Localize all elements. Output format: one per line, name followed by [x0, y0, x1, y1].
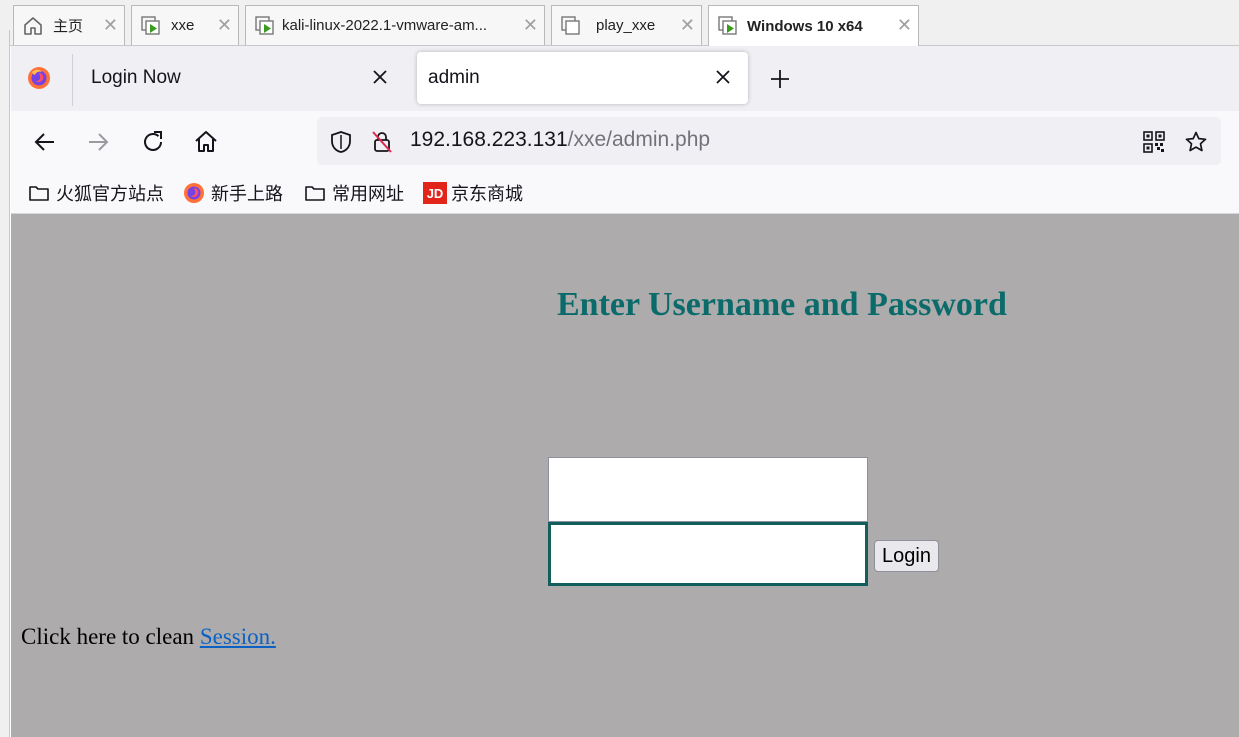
close-icon[interactable]: ✕ — [217, 15, 232, 35]
bookmark-jd-mall[interactable]: JD 京东商城 — [423, 180, 523, 206]
bookmark-star-icon[interactable] — [1184, 130, 1208, 154]
vm-tab-label: Windows 10 x64 — [747, 17, 863, 35]
page-heading: Enter Username and Password — [557, 286, 1007, 323]
vmware-tab-strip: 主页 ✕ xxe ✕ kali-linux-2022.1-vmware-am..… — [0, 0, 1239, 46]
close-icon[interactable]: ✕ — [897, 15, 912, 35]
vm-tab-windows10[interactable]: Windows 10 x64 ✕ — [708, 5, 919, 46]
vm-tab-kali[interactable]: kali-linux-2022.1-vmware-am... ✕ — [245, 5, 545, 45]
vm-tab-label: play_xxe — [596, 17, 656, 34]
tab-login-now[interactable]: Login Now — [75, 52, 405, 104]
navigation-bar: 192.168.223.131/xxe/admin.php — [11, 111, 1239, 171]
forward-arrow-icon[interactable] — [85, 129, 111, 155]
tab-label: admin — [428, 67, 480, 88]
vm-tab-home[interactable]: 主页 ✕ — [13, 5, 125, 45]
vm-tab-label: kali-linux-2022.1-vmware-am... — [282, 17, 488, 34]
close-icon[interactable] — [370, 65, 390, 89]
close-icon[interactable]: ✕ — [680, 15, 695, 35]
qr-code-icon[interactable] — [1142, 130, 1166, 154]
url-path: /xxe/admin.php — [567, 128, 711, 151]
bookmark-getting-started[interactable]: 新手上路 — [183, 180, 283, 206]
tab-label: Login Now — [91, 67, 181, 88]
username-input[interactable] — [548, 457, 868, 522]
vm-copy-icon — [560, 15, 582, 37]
vmware-sidebar-edge — [0, 30, 10, 737]
session-clean-line: Click here to clean Session. — [21, 624, 276, 650]
vm-tab-label: xxe — [171, 17, 195, 34]
close-icon[interactable]: ✕ — [103, 15, 118, 35]
page-content: Enter Username and Password Login Click … — [11, 214, 1239, 737]
vm-tab-label: 主页 — [53, 18, 84, 35]
url-host: 192.168.223.131 — [410, 128, 568, 151]
session-link[interactable]: Session. — [200, 624, 276, 649]
jd-icon: JD — [423, 182, 447, 204]
session-prefix-text: Click here to clean — [21, 624, 200, 649]
svg-text:JD: JD — [427, 186, 444, 201]
new-tab-icon[interactable] — [768, 67, 792, 91]
vm-icon — [140, 15, 162, 37]
bookmarks-toolbar: 火狐官方站点 新手上路 常用网址 JD 京东商城 — [11, 171, 1239, 214]
login-button[interactable]: Login — [874, 540, 939, 572]
tab-admin[interactable]: admin — [417, 52, 748, 104]
shield-icon[interactable] — [329, 130, 353, 154]
folder-icon — [304, 182, 326, 204]
home-icon[interactable] — [193, 129, 219, 155]
reload-icon[interactable] — [140, 129, 166, 155]
browser-tab-bar: Login Now admin — [11, 46, 1239, 111]
url-text[interactable]: 192.168.223.131/xxe/admin.php — [410, 128, 710, 152]
bookmark-firefox-official[interactable]: 火狐官方站点 — [28, 180, 164, 206]
vm-icon — [254, 15, 276, 37]
close-icon[interactable] — [713, 65, 733, 89]
password-input[interactable] — [548, 522, 868, 586]
bookmark-label: 常用网址 — [332, 184, 404, 204]
back-arrow-icon[interactable] — [32, 129, 58, 155]
vm-tab-play-xxe[interactable]: play_xxe ✕ — [551, 5, 702, 45]
tab-separator — [72, 54, 73, 106]
bookmark-label: 京东商城 — [451, 184, 523, 204]
vm-icon — [717, 15, 739, 37]
folder-icon — [28, 182, 50, 204]
vm-tab-xxe[interactable]: xxe ✕ — [131, 5, 239, 45]
address-bar[interactable]: 192.168.223.131/xxe/admin.php — [317, 117, 1221, 165]
firefox-menu-icon[interactable] — [27, 66, 51, 90]
bookmark-common-sites[interactable]: 常用网址 — [304, 180, 404, 206]
home-icon — [22, 15, 44, 37]
firefox-icon — [183, 182, 205, 204]
insecure-lock-icon[interactable] — [370, 130, 394, 154]
close-icon[interactable]: ✕ — [523, 15, 538, 35]
bookmark-label: 新手上路 — [211, 184, 283, 204]
bookmark-label: 火狐官方站点 — [56, 184, 164, 204]
